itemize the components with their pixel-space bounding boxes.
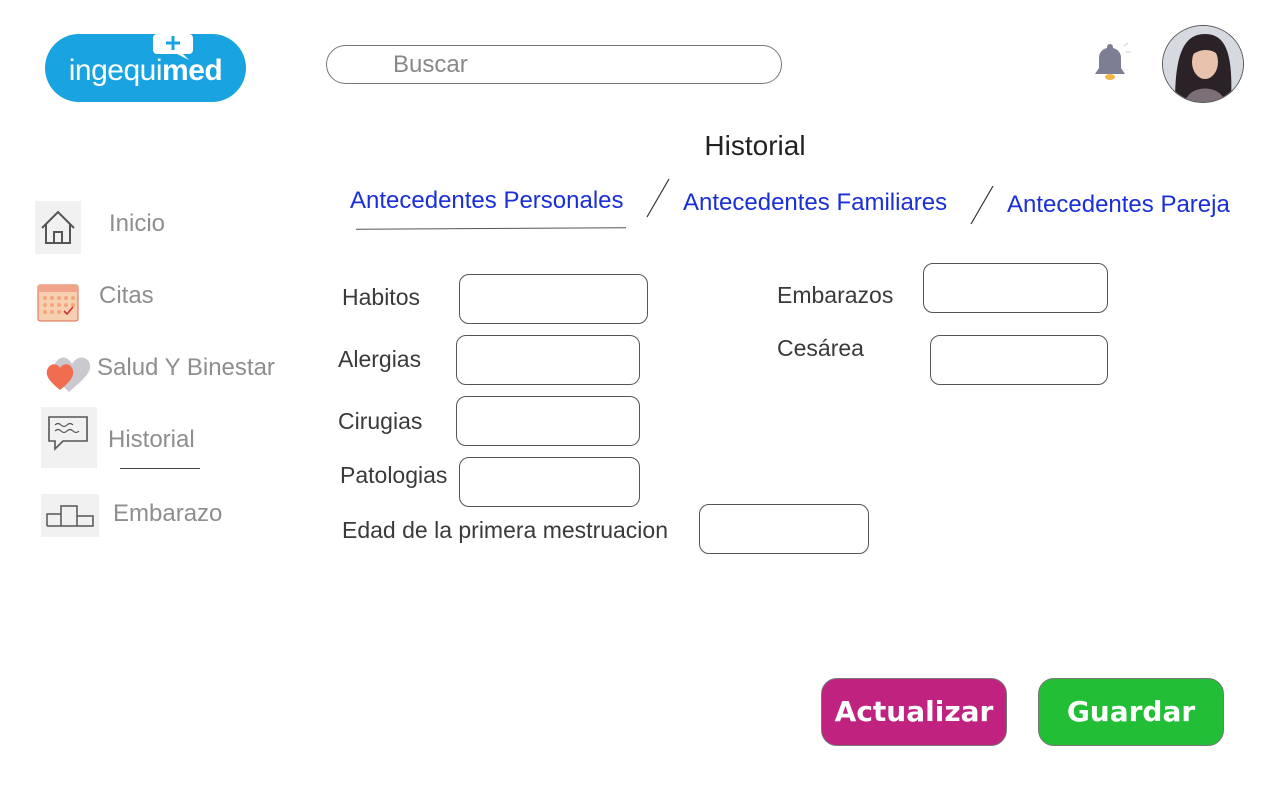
app-logo[interactable]: ingequimed <box>45 34 246 102</box>
tab-separator <box>646 178 670 218</box>
primera-mestruacion-label: Edad de la primera mestruacion <box>342 517 668 543</box>
tab-antecedentes-pareja[interactable]: Antecedentes Pareja <box>1007 191 1230 219</box>
logo-text: ingequimed <box>68 54 223 87</box>
alergias-input[interactable] <box>456 335 640 385</box>
embarazos-label: Embarazos <box>777 282 894 308</box>
primera-mestruacion-input[interactable] <box>699 504 869 554</box>
avatar-image <box>1163 26 1243 102</box>
heart-icon[interactable] <box>42 348 92 396</box>
bell-icon[interactable] <box>1088 40 1132 88</box>
sidebar-item-salud-y-binestar[interactable]: Salud Y Binestar <box>97 354 275 382</box>
cirugias-input[interactable] <box>456 396 640 446</box>
podium-icon[interactable] <box>41 494 99 537</box>
tab-antecedentes-personales[interactable]: Antecedentes Personales <box>350 187 624 215</box>
alergias-label: Alergias <box>338 346 422 372</box>
home-icon[interactable] <box>35 201 81 254</box>
actualizar-button[interactable]: Actualizar <box>821 678 1007 746</box>
habitos-label: Habitos <box>342 284 420 310</box>
cirugias-label: Cirugias <box>338 408 423 434</box>
calendar-icon[interactable] <box>36 280 80 324</box>
habitos-input[interactable] <box>459 274 648 324</box>
active-indicator <box>120 468 200 469</box>
user-avatar[interactable] <box>1162 25 1244 103</box>
patologias-label: Patologias <box>340 462 448 488</box>
tab-separator <box>970 185 994 225</box>
sidebar-item-historial[interactable]: Historial <box>108 426 195 454</box>
sidebar-item-embarazo[interactable]: Embarazo <box>113 500 222 528</box>
cesarea-input[interactable] <box>930 335 1108 385</box>
sidebar-item-inicio[interactable]: Inicio <box>109 210 165 238</box>
embarazos-input[interactable] <box>923 263 1108 313</box>
sidebar-item-citas[interactable]: Citas <box>99 282 154 310</box>
tab-antecedentes-familiares[interactable]: Antecedentes Familiares <box>683 189 947 217</box>
chat-bubble-icon[interactable] <box>41 407 97 468</box>
search-input[interactable] <box>391 50 755 80</box>
tab-underline <box>355 227 627 230</box>
page-title: Historial <box>704 130 806 161</box>
cesarea-label: Cesárea <box>777 335 864 361</box>
guardar-button[interactable]: Guardar <box>1038 678 1224 746</box>
search-bar[interactable] <box>326 45 782 84</box>
patologias-input[interactable] <box>459 457 640 507</box>
